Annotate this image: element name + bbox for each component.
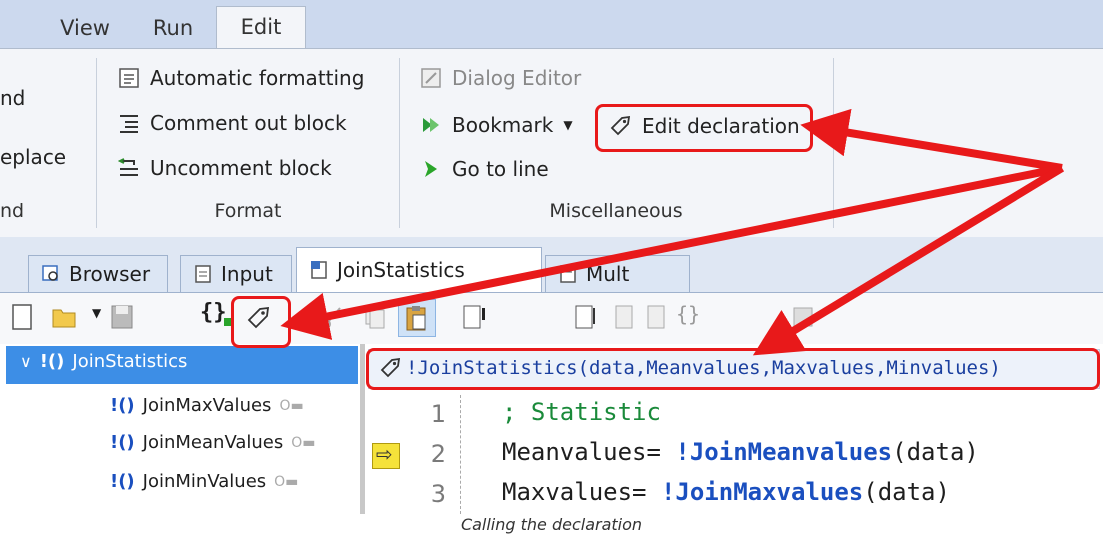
annotation-arrows (280, 108, 1065, 356)
figure-caption: Calling the declaration (460, 515, 643, 534)
arrow-to-edit-declaration (800, 108, 1063, 172)
arrow-to-toolbar-tag (280, 164, 1063, 340)
